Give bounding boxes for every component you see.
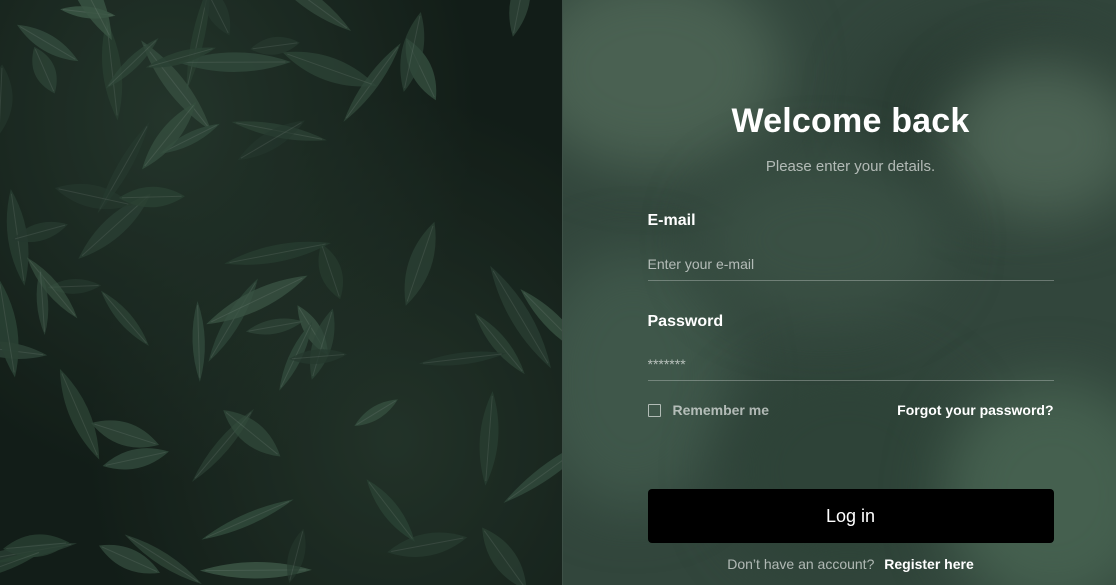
forgot-password-link[interactable]: Forgot your password? [897, 402, 1053, 418]
remember-me-label: Remember me [672, 402, 770, 418]
password-label: Password [647, 313, 724, 330]
login-panel: Welcome back Please enter your details. … [561, 0, 1116, 585]
foliage-shade [0, 0, 562, 585]
login-page: Welcome back Please enter your details. … [0, 0, 1116, 585]
remember-row: Remember me Forgot your password? [647, 400, 1054, 420]
password-input[interactable] [647, 348, 1054, 381]
remember-me-checkbox[interactable] [647, 403, 661, 417]
remember-me-toggle[interactable]: Remember me [647, 402, 770, 418]
foliage-image [0, 0, 562, 585]
leaves-illustration [0, 0, 562, 585]
email-label: E-mail [647, 212, 696, 229]
register-row: Don’t have an account? Register here [648, 556, 1054, 572]
login-form: Welcome back Please enter your details. … [647, 0, 1054, 585]
login-button[interactable]: Log in [647, 489, 1054, 543]
page-subtitle: Please enter your details. [765, 158, 936, 175]
register-link[interactable]: Register here [884, 556, 973, 572]
register-prompt: Don’t have an account? [727, 556, 875, 572]
page-title: Welcome back [731, 102, 970, 140]
email-input[interactable] [647, 248, 1054, 281]
